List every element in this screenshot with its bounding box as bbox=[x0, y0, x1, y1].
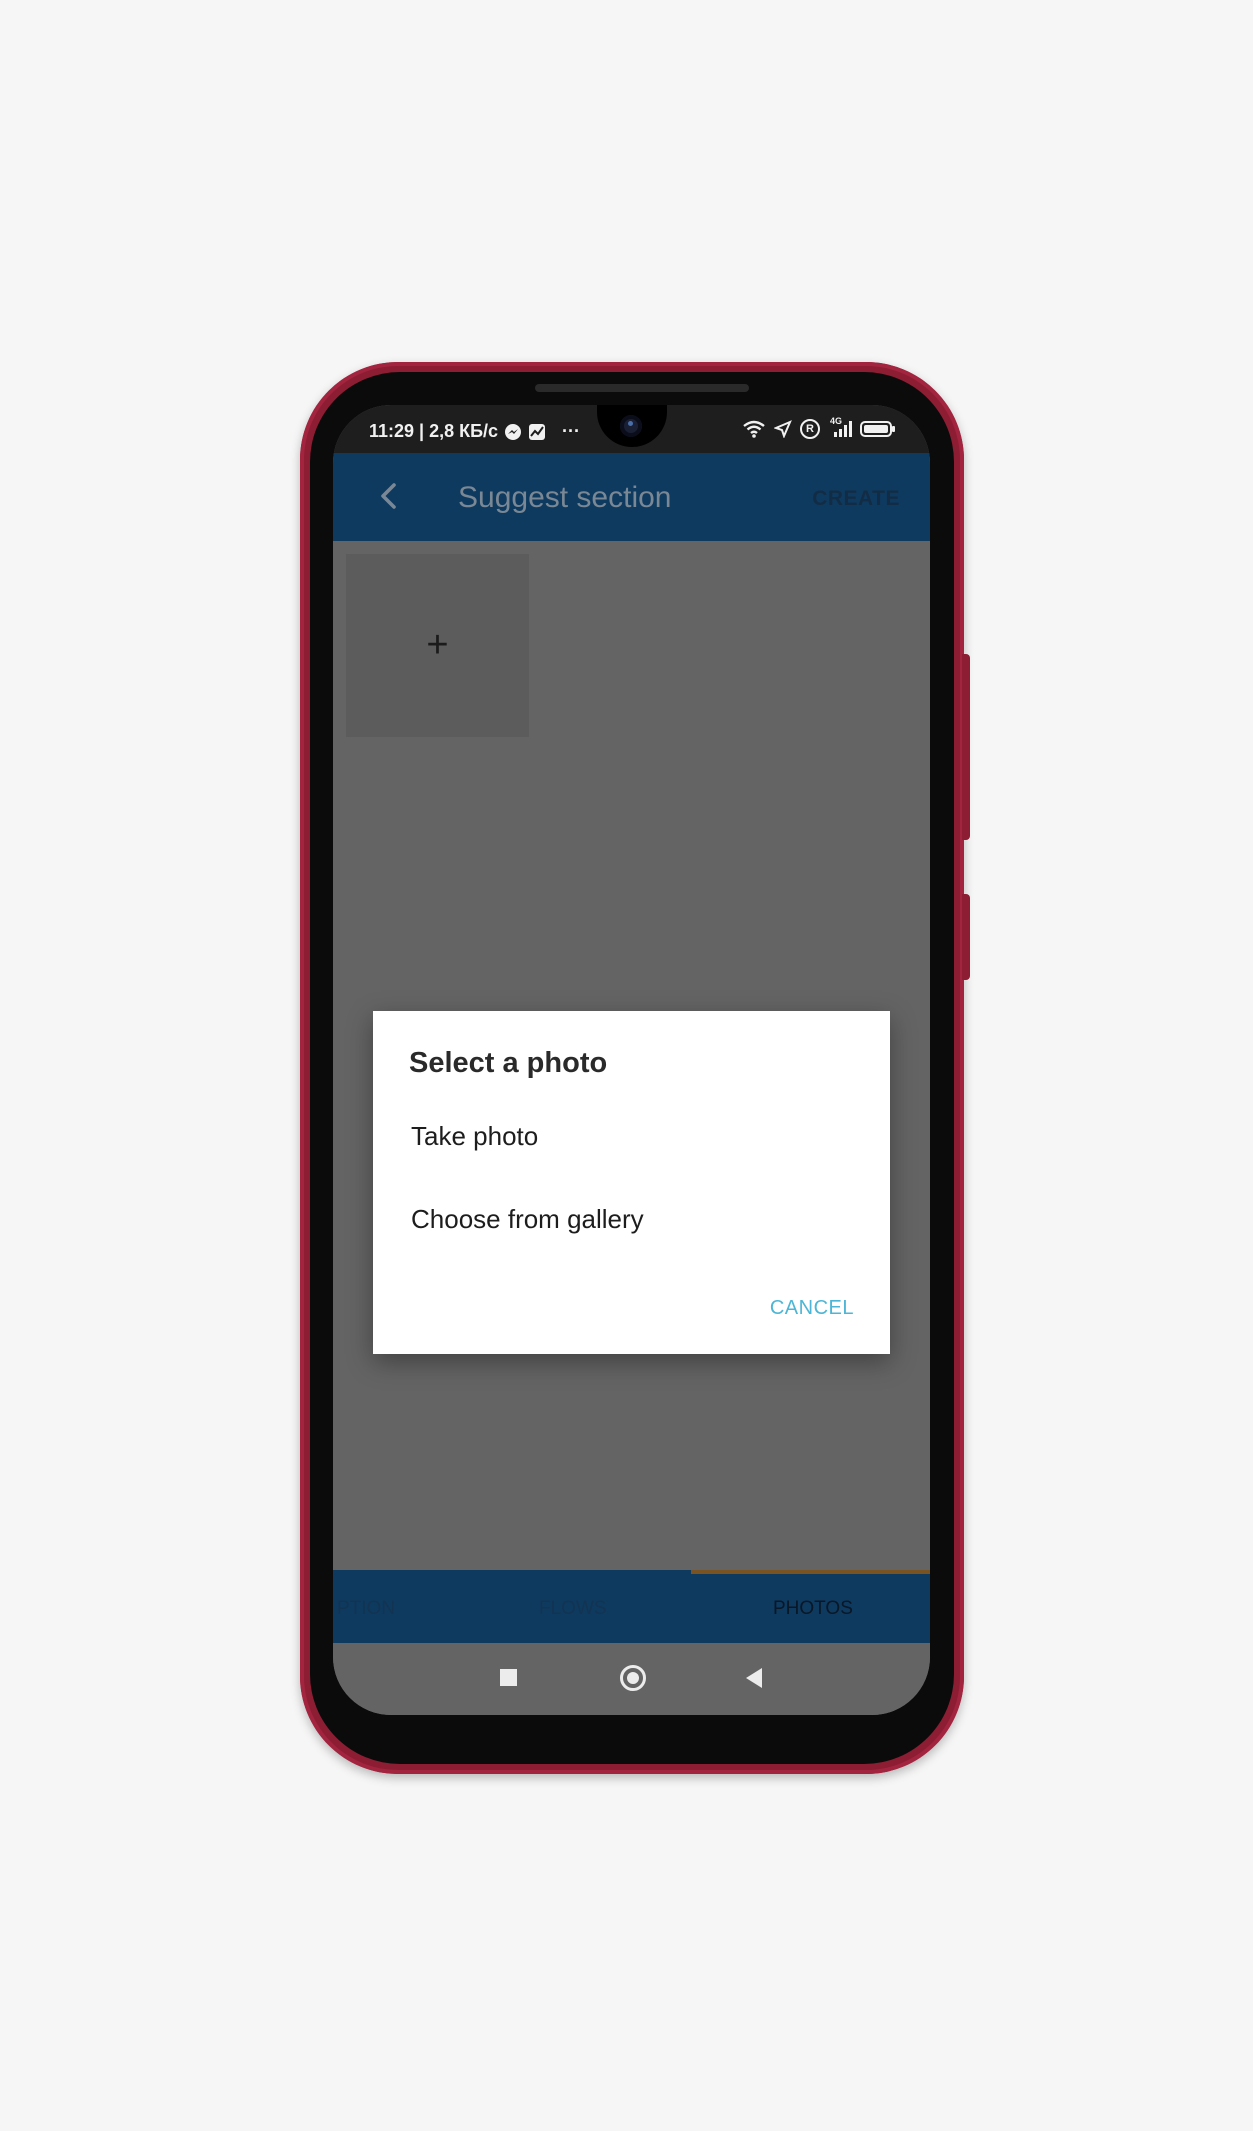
status-left: 11:29 | 2,8 КБ/с ··· bbox=[369, 421, 580, 442]
system-nav-bar bbox=[333, 1643, 930, 1715]
photos-content: + Select a photo Take photo Choose from … bbox=[333, 541, 930, 1570]
app-bar: Suggest section CREATE bbox=[333, 453, 930, 541]
take-photo-option[interactable]: Take photo bbox=[411, 1121, 538, 1152]
back-triangle-icon[interactable] bbox=[746, 1668, 762, 1688]
select-photo-dialog: Select a photo Take photo Choose from ga… bbox=[373, 1011, 890, 1354]
status-bar: 11:29 | 2,8 КБ/с ··· R 4G bbox=[333, 405, 930, 453]
messenger-icon bbox=[505, 423, 522, 440]
home-circle-icon[interactable] bbox=[620, 1665, 646, 1691]
tab-flows[interactable]: FLOWS bbox=[539, 1598, 607, 1620]
earpiece-speaker bbox=[535, 384, 749, 392]
recents-square-icon[interactable] bbox=[500, 1669, 517, 1686]
camera-notch bbox=[597, 405, 667, 447]
volume-button bbox=[962, 654, 970, 840]
signal-icon bbox=[834, 421, 852, 437]
cancel-button[interactable]: CANCEL bbox=[770, 1297, 854, 1320]
choose-from-gallery-option[interactable]: Choose from gallery bbox=[411, 1204, 644, 1235]
front-camera bbox=[620, 415, 642, 437]
location-icon bbox=[774, 420, 792, 438]
network-type-label: 4G bbox=[828, 416, 852, 438]
create-button[interactable]: CREATE bbox=[812, 487, 900, 511]
status-time-speed: 11:29 | 2,8 КБ/с bbox=[369, 421, 499, 441]
battery-icon bbox=[860, 421, 895, 437]
chevron-left-icon[interactable] bbox=[375, 481, 405, 511]
tab-photos[interactable]: PHOTOS bbox=[773, 1598, 853, 1620]
page-title: Suggest section bbox=[458, 481, 672, 514]
tab-bar: PTION FLOWS PHOTOS bbox=[333, 1570, 930, 1643]
tab-description[interactable]: PTION bbox=[337, 1598, 395, 1620]
status-overflow: ··· bbox=[562, 421, 581, 441]
status-right: R 4G bbox=[742, 416, 896, 439]
phone-screen: 11:29 | 2,8 КБ/с ··· R 4G Suggest sectio… bbox=[333, 405, 930, 1715]
power-button bbox=[962, 894, 970, 980]
tab-indicator bbox=[691, 1570, 930, 1574]
add-photo-tile[interactable]: + bbox=[346, 554, 529, 737]
dialog-title: Select a photo bbox=[409, 1047, 608, 1079]
chart-icon bbox=[529, 423, 546, 440]
roaming-r-icon: R bbox=[800, 419, 820, 439]
roaming-label: R bbox=[806, 423, 814, 435]
wifi-icon bbox=[743, 420, 765, 438]
plus-icon: + bbox=[426, 624, 449, 666]
